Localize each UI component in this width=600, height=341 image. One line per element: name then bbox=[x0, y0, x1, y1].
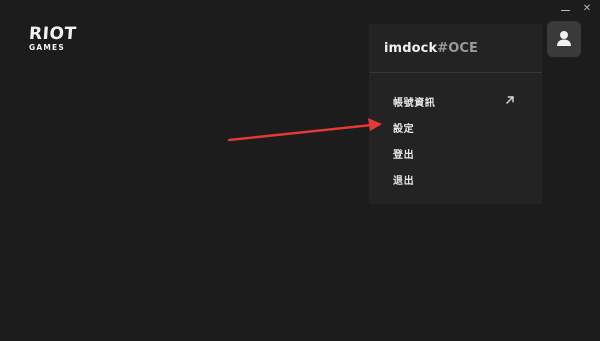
menu-item-label: 帳號資訊 bbox=[393, 97, 436, 109]
profile-menu: 帳號資訊 設定 登出 退出 bbox=[369, 88, 542, 192]
logo-main-text: RIOT bbox=[28, 24, 78, 44]
riot-client-window: RIOT GAMES ✕ imdock #OCE 帳號資訊 設定 登出 退出 bbox=[0, 0, 600, 341]
tagline: #OCE bbox=[437, 40, 478, 56]
menu-item-label: 退出 bbox=[393, 175, 415, 187]
menu-item-label: 登出 bbox=[393, 149, 415, 161]
window-controls: ✕ bbox=[559, 3, 593, 15]
profile-dropdown-menu: imdock #OCE 帳號資訊 設定 登出 退出 bbox=[369, 24, 542, 204]
riot-games-logo: RIOT GAMES bbox=[28, 24, 85, 52]
external-link-icon bbox=[506, 96, 514, 104]
menu-item-account-info[interactable]: 帳號資訊 bbox=[369, 88, 542, 114]
menu-item-sign-out[interactable]: 登出 bbox=[369, 140, 542, 166]
close-icon: ✕ bbox=[582, 3, 592, 14]
minimize-button[interactable] bbox=[559, 3, 571, 15]
minimize-icon bbox=[560, 10, 570, 11]
username: imdock bbox=[384, 40, 438, 56]
logo-sub-text: GAMES bbox=[29, 43, 65, 52]
profile-button[interactable] bbox=[547, 21, 581, 57]
profile-header: imdock #OCE bbox=[369, 24, 542, 73]
menu-item-settings[interactable]: 設定 bbox=[369, 114, 542, 140]
menu-item-label: 設定 bbox=[393, 123, 415, 135]
close-button[interactable]: ✕ bbox=[581, 3, 593, 15]
menu-item-exit[interactable]: 退出 bbox=[369, 166, 542, 192]
user-icon bbox=[557, 31, 571, 46]
